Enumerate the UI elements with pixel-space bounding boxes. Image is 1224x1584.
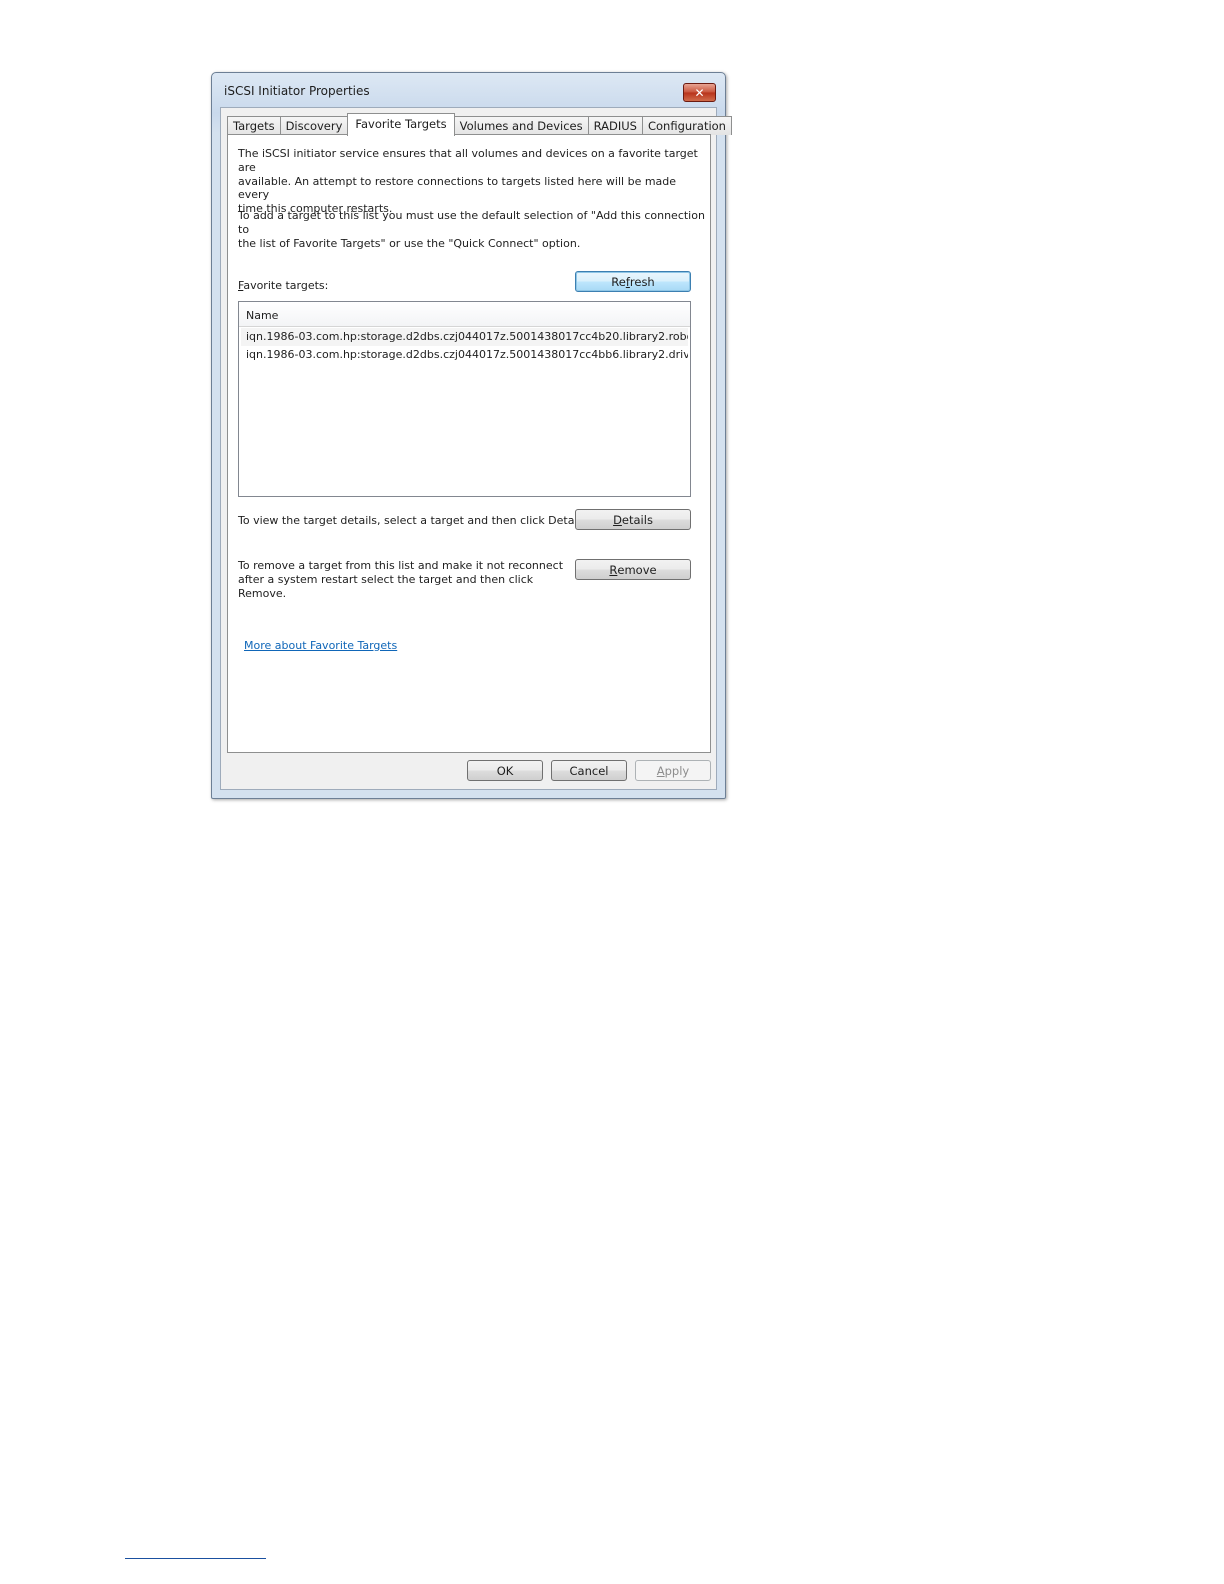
apply-label-accesskey: A (656, 763, 665, 778)
tab-discovery[interactable]: Discovery (279, 116, 349, 135)
add-line-2: the list of Favorite Targets" or use the… (238, 236, 581, 250)
tab-strip: Targets Discovery Favorite Targets Volum… (227, 113, 732, 136)
iscsi-initiator-dialog: iSCSI Initiator Properties ✕ Targets Dis… (211, 72, 732, 799)
column-header-label: Name (246, 309, 279, 322)
dialog-client-area: Targets Discovery Favorite Targets Volum… (220, 107, 732, 790)
details-instructions: To view the target details, select a tar… (238, 514, 590, 527)
add-line-1: To add a target to this list you must us… (238, 209, 705, 236)
apply-button[interactable]: Apply (635, 760, 711, 781)
column-header-name[interactable]: Name (239, 302, 690, 327)
remove-label-text: emove (617, 562, 657, 577)
intro-line-1: The iSCSI initiator service ensures that… (238, 147, 698, 174)
title-bar[interactable]: iSCSI Initiator Properties ✕ (212, 73, 725, 107)
favorite-label-text: avorite targets: (243, 279, 329, 292)
tab-favorite-targets[interactable]: Favorite Targets (347, 113, 455, 136)
remove-line-1: To remove a target from this list and ma… (238, 559, 564, 572)
tab-configuration[interactable]: Configuration (641, 116, 732, 135)
remove-button[interactable]: Remove (575, 559, 691, 580)
close-button[interactable]: ✕ (683, 83, 716, 102)
details-button[interactable]: Details (575, 509, 691, 530)
refresh-button[interactable]: Re f resh (575, 271, 691, 292)
close-icon: ✕ (694, 85, 705, 100)
remove-line-2: after a system restart select the target… (238, 572, 534, 586)
intro-line-2: available. An attempt to restore connect… (238, 174, 677, 202)
favorite-targets-panel: The iSCSI initiator service ensures that… (227, 134, 711, 753)
cancel-button[interactable]: Cancel (551, 760, 627, 781)
add-target-text: To add a target to this list you must us… (238, 209, 710, 250)
list-item[interactable]: iqn.1986-03.com.hp:storage.d2dbs.czj0440… (241, 346, 688, 364)
more-about-favorite-targets-link[interactable]: More about Favorite Targets (244, 639, 397, 652)
remove-label-accesskey: R (609, 562, 618, 577)
details-label-text: etails (621, 512, 653, 527)
remove-line-3: Remove. (238, 586, 287, 600)
favorite-targets-label: Favorite targets: (238, 279, 328, 293)
refresh-label-pre: Re (611, 274, 626, 289)
tab-targets[interactable]: Targets (227, 116, 281, 135)
tab-radius[interactable]: RADIUS (587, 116, 643, 135)
refresh-label-post: resh (629, 274, 655, 289)
remove-instructions: To remove a target from this list and ma… (238, 559, 563, 600)
ok-button[interactable]: OK (467, 760, 543, 781)
window-title: iSCSI Initiator Properties (224, 84, 370, 98)
details-label-accesskey: D (613, 512, 622, 527)
apply-label-text: pply (664, 763, 690, 778)
favorite-targets-list[interactable]: Name iqn.1986-03.com.hp:storage.d2dbs.cz… (238, 301, 691, 497)
tab-volumes-and-devices[interactable]: Volumes and Devices (453, 116, 589, 135)
intro-text: The iSCSI initiator service ensures that… (238, 147, 710, 216)
page-footer-rule (125, 1558, 266, 1559)
list-item[interactable]: iqn.1986-03.com.hp:storage.d2dbs.czj0440… (241, 328, 688, 346)
